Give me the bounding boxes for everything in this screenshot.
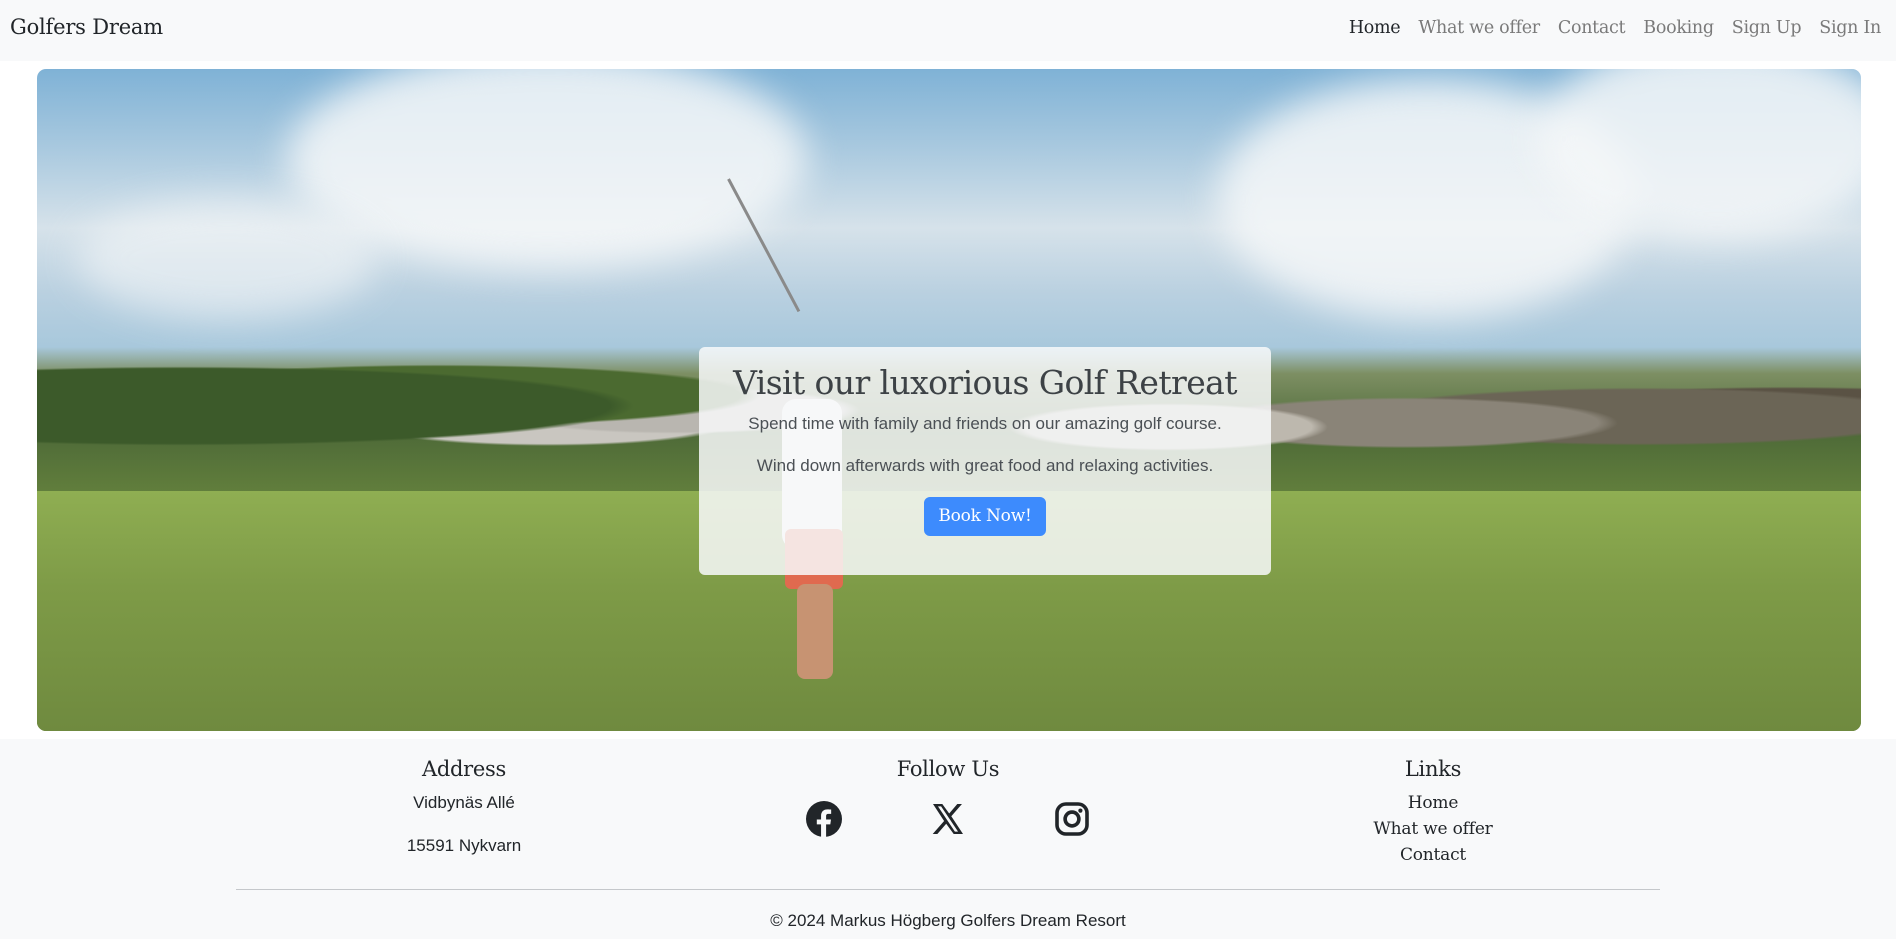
nav-link-what-we-offer[interactable]: What we offer — [1418, 18, 1540, 38]
brand-logo[interactable]: Golfers Dream — [10, 15, 163, 39]
social-links — [748, 801, 1148, 837]
nav-link-home[interactable]: Home — [1349, 18, 1401, 38]
copyright-text: © 2024 Markus Högberg Golfers Dream Reso… — [770, 911, 1126, 930]
footer-link-home[interactable]: Home — [1408, 793, 1459, 813]
links-heading: Links — [1404, 757, 1462, 781]
nav-link-sign-in[interactable]: Sign In — [1819, 18, 1881, 38]
footer-follow: Follow Us — [748, 757, 1148, 837]
facebook-icon[interactable] — [806, 801, 842, 837]
hero-text: Spend time with family and friends on ou… — [748, 414, 1222, 433]
follow-heading: Follow Us — [896, 757, 1000, 781]
footer-links: Links Home What we offer Contact — [1333, 757, 1533, 871]
hero-image: Visit our luxorious Golf Retreat Spend t… — [37, 69, 1861, 731]
nav-link-contact[interactable]: Contact — [1558, 18, 1626, 38]
nav-link-booking[interactable]: Booking — [1643, 18, 1714, 38]
footer-link-what-we-offer[interactable]: What we offer — [1373, 819, 1492, 839]
list-item: What we offer — [1333, 819, 1533, 839]
hero-text: Wind down afterwards with great food and… — [756, 456, 1214, 475]
book-now-button[interactable]: Book Now! — [924, 497, 1046, 536]
address-city: 15591 Nykvarn — [406, 836, 522, 855]
nav-link-sign-up[interactable]: Sign Up — [1732, 18, 1802, 38]
footer: Address Vidbynäs Allé 15591 Nykvarn Foll… — [0, 739, 1896, 939]
list-item: Home — [1333, 793, 1533, 813]
navbar: Golfers Dream Home What we offer Contact… — [0, 0, 1896, 61]
instagram-icon[interactable] — [1054, 801, 1090, 837]
footer-divider — [236, 889, 1660, 890]
hero-card: Visit our luxorious Golf Retreat Spend t… — [699, 347, 1271, 575]
address-heading: Address — [422, 757, 506, 781]
footer-links-list: Home What we offer Contact — [1333, 793, 1533, 865]
golfer-legs — [797, 584, 833, 679]
hero-title: Visit our luxorious Golf Retreat — [733, 363, 1237, 402]
footer-link-contact[interactable]: Contact — [1400, 845, 1466, 865]
nav-links: Home What we offer Contact Booking Sign … — [1331, 18, 1881, 38]
address-street: Vidbynäs Allé — [413, 793, 515, 812]
x-icon[interactable] — [930, 801, 966, 837]
footer-address: Address Vidbynäs Allé 15591 Nykvarn — [364, 757, 564, 856]
list-item: Contact — [1333, 845, 1533, 865]
